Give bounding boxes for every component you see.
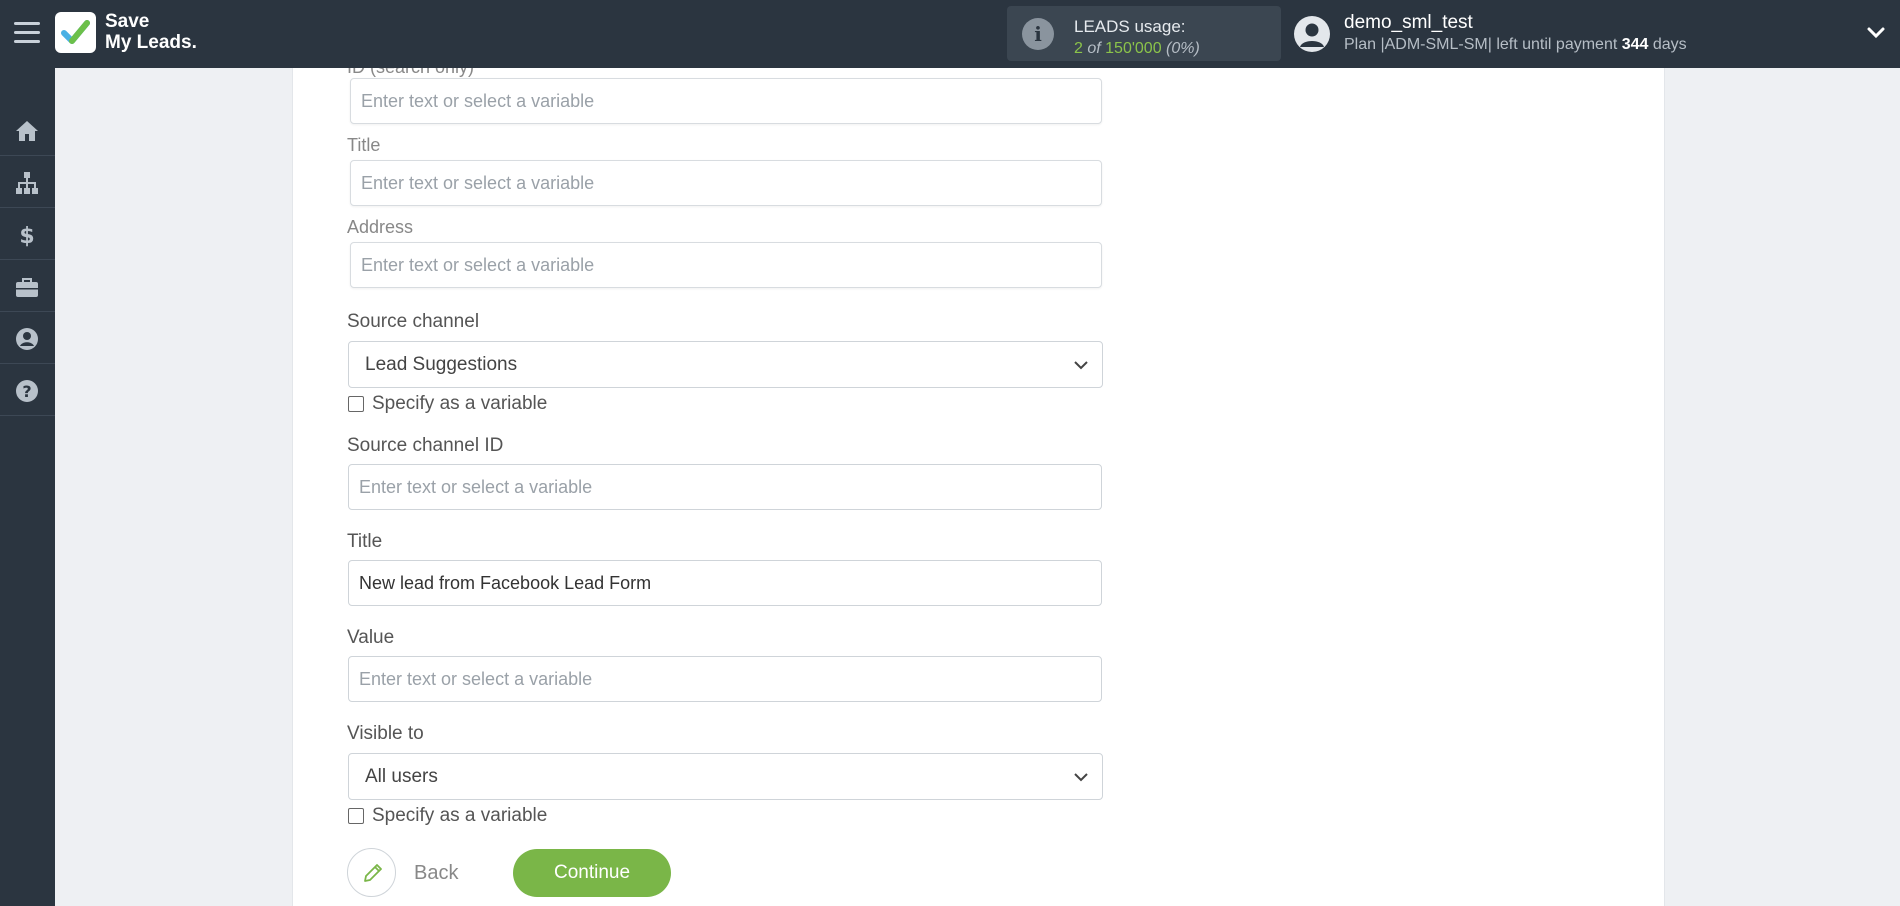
- continue-button[interactable]: Continue: [513, 849, 671, 897]
- svg-text:?: ?: [22, 382, 31, 401]
- specify-variable-label: Specify as a variable: [372, 805, 548, 826]
- sidebar-item-help[interactable]: ?: [0, 364, 55, 416]
- address-input[interactable]: [350, 242, 1102, 288]
- usage-title: LEADS usage:: [1074, 17, 1186, 36]
- sidebar-item-billing[interactable]: $: [0, 208, 55, 260]
- logo-icon[interactable]: [55, 12, 96, 53]
- pencil-icon: [364, 864, 382, 882]
- briefcase-icon: [16, 278, 38, 297]
- visible-to-label: Visible to: [347, 723, 424, 744]
- user-plan: Plan |ADM-SML-SM| left until payment 344…: [1344, 36, 1687, 53]
- title-input[interactable]: [348, 560, 1102, 606]
- source-channel-id-input[interactable]: [348, 464, 1102, 510]
- sidebar-item-account[interactable]: [0, 312, 55, 364]
- sidebar-item-tools[interactable]: [0, 260, 55, 312]
- info-icon: i: [1022, 18, 1054, 50]
- address-label: Address: [347, 217, 414, 237]
- id-search-label: ID (search only): [347, 68, 474, 78]
- chevron-down-icon: [1074, 773, 1088, 782]
- sidebar-item-home[interactable]: [0, 104, 55, 156]
- value-label: Value: [347, 627, 395, 648]
- source-channel-select[interactable]: Lead Suggestions: [348, 341, 1103, 388]
- user-circle-icon: [16, 328, 38, 350]
- specify-variable-label: Specify as a variable: [372, 393, 548, 414]
- logo-text[interactable]: Save My Leads.: [105, 11, 197, 53]
- sidebar-item-connections[interactable]: [0, 156, 55, 208]
- home-icon: [16, 121, 38, 141]
- chevron-down-icon: [1074, 361, 1088, 370]
- help-icon: ?: [16, 380, 38, 402]
- leads-usage-panel[interactable]: i LEADS usage: 2 of 150'000 (0%): [1007, 6, 1281, 61]
- back-circle: [347, 848, 396, 897]
- top-bar: Save My Leads. i LEADS usage: 2 of 150'0…: [0, 0, 1900, 68]
- source-channel-id-label: Source channel ID: [347, 435, 504, 456]
- source-channel-label: Source channel: [347, 311, 480, 332]
- hamburger-menu-icon[interactable]: [14, 22, 40, 44]
- source-channel-value: Lead Suggestions: [365, 354, 518, 375]
- value-input[interactable]: [348, 656, 1102, 702]
- back-button[interactable]: Back: [347, 848, 467, 897]
- usage-count: 2 of 150'000 (0%): [1074, 40, 1200, 57]
- back-label: Back: [414, 862, 459, 884]
- title-label: Title: [347, 531, 383, 552]
- sitemap-icon: [16, 172, 38, 194]
- checkbox[interactable]: [348, 396, 364, 412]
- chevron-down-icon[interactable]: [1865, 22, 1887, 44]
- checkbox[interactable]: [348, 808, 364, 824]
- sidebar: $ ?: [0, 68, 55, 906]
- user-name[interactable]: demo_sml_test: [1344, 12, 1473, 34]
- form-panel: ID (search only) Title Address Source ch…: [292, 68, 1665, 906]
- avatar-icon[interactable]: [1294, 16, 1330, 52]
- title-light-input[interactable]: [350, 160, 1102, 206]
- svg-text:$: $: [19, 224, 34, 248]
- visible-to-select[interactable]: All users: [348, 753, 1103, 800]
- id-search-input[interactable]: [350, 78, 1102, 124]
- title-light-label: Title: [347, 135, 381, 155]
- dollar-icon: $: [19, 224, 34, 248]
- visible-to-value: All users: [365, 766, 438, 787]
